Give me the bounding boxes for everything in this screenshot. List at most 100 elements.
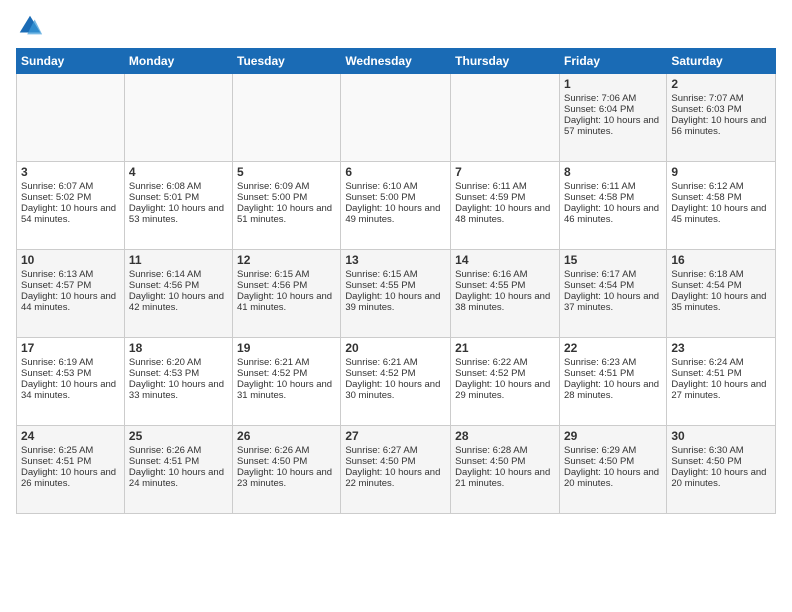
- day-number: 25: [129, 429, 228, 443]
- day-cell: 4 Sunrise: 6:08 AMSunset: 5:01 PMDaylight…: [124, 162, 232, 250]
- day-cell: 21Sunrise: 6:22 AMSunset: 4:52 PMDayligh…: [451, 338, 560, 426]
- day-cell: 12 Sunrise: 6:15 AMSunset: 4:56 PMDayligh…: [233, 250, 341, 338]
- day-info: Sunrise: 6:26 AMSunset: 4:50 PMDaylight:…: [237, 445, 332, 489]
- weekday-header-monday: Monday: [124, 49, 232, 74]
- day-cell: 17 Sunrise: 6:19 AMSunset: 4:53 PMDayligh…: [17, 338, 125, 426]
- day-info: Sunrise: 6:11 AMSunset: 4:58 PMDaylight:…: [564, 181, 659, 225]
- day-cell: 3 Sunrise: 6:07 AMSunset: 5:02 PMDaylight…: [17, 162, 125, 250]
- weekday-row: SundayMondayTuesdayWednesdayThursdayFrid…: [17, 49, 776, 74]
- day-number: 11: [129, 253, 228, 267]
- day-cell: 1 Sunrise: 7:06 AMSunset: 6:04 PMDaylight…: [559, 74, 666, 162]
- day-cell: 10 Sunrise: 6:13 AMSunset: 4:57 PMDayligh…: [17, 250, 125, 338]
- day-cell: 16Sunrise: 6:18 AMSunset: 4:54 PMDayligh…: [667, 250, 776, 338]
- day-number: 17: [21, 341, 120, 355]
- calendar: SundayMondayTuesdayWednesdayThursdayFrid…: [16, 48, 776, 514]
- day-info: Sunrise: 6:23 AMSunset: 4:51 PMDaylight:…: [564, 357, 659, 401]
- day-info: Sunrise: 6:28 AMSunset: 4:50 PMDaylight:…: [455, 445, 550, 489]
- weekday-header-saturday: Saturday: [667, 49, 776, 74]
- day-info: Sunrise: 6:16 AMSunset: 4:55 PMDaylight:…: [455, 269, 550, 313]
- day-cell: 15 Sunrise: 6:17 AMSunset: 4:54 PMDayligh…: [559, 250, 666, 338]
- day-cell: 14 Sunrise: 6:16 AMSunset: 4:55 PMDayligh…: [451, 250, 560, 338]
- day-number: 6: [345, 165, 446, 179]
- day-cell: 11 Sunrise: 6:14 AMSunset: 4:56 PMDayligh…: [124, 250, 232, 338]
- day-cell: [233, 74, 341, 162]
- day-number: 18: [129, 341, 228, 355]
- day-info: Sunrise: 6:26 AMSunset: 4:51 PMDaylight:…: [129, 445, 224, 489]
- page: SundayMondayTuesdayWednesdayThursdayFrid…: [0, 0, 792, 612]
- day-info: Sunrise: 6:17 AMSunset: 4:54 PMDaylight:…: [564, 269, 659, 313]
- calendar-body: 1 Sunrise: 7:06 AMSunset: 6:04 PMDaylight…: [17, 74, 776, 514]
- day-cell: 6 Sunrise: 6:10 AMSunset: 5:00 PMDaylight…: [341, 162, 451, 250]
- day-info: Sunrise: 6:24 AMSunset: 4:51 PMDaylight:…: [671, 357, 766, 401]
- day-info: Sunrise: 6:18 AMSunset: 4:54 PMDaylight:…: [671, 269, 766, 313]
- day-number: 15: [564, 253, 662, 267]
- week-row-5: 24 Sunrise: 6:25 AMSunset: 4:51 PMDayligh…: [17, 426, 776, 514]
- day-info: Sunrise: 6:21 AMSunset: 4:52 PMDaylight:…: [345, 357, 440, 401]
- day-number: 9: [671, 165, 771, 179]
- day-cell: 20 Sunrise: 6:21 AMSunset: 4:52 PMDayligh…: [341, 338, 451, 426]
- day-cell: 29Sunrise: 6:29 AMSunset: 4:50 PMDayligh…: [559, 426, 666, 514]
- header: [16, 12, 776, 40]
- logo-icon: [16, 12, 44, 40]
- week-row-2: 3 Sunrise: 6:07 AMSunset: 5:02 PMDaylight…: [17, 162, 776, 250]
- day-cell: 5Sunrise: 6:09 AMSunset: 5:00 PMDaylight…: [233, 162, 341, 250]
- day-number: 2: [671, 77, 771, 91]
- day-cell: 25 Sunrise: 6:26 AMSunset: 4:51 PMDayligh…: [124, 426, 232, 514]
- day-number: 20: [345, 341, 446, 355]
- day-number: 24: [21, 429, 120, 443]
- day-info: Sunrise: 6:21 AMSunset: 4:52 PMDaylight:…: [237, 357, 332, 401]
- day-number: 1: [564, 77, 662, 91]
- day-number: 4: [129, 165, 228, 179]
- day-info: Sunrise: 7:07 AMSunset: 6:03 PMDaylight:…: [671, 93, 766, 137]
- week-row-1: 1 Sunrise: 7:06 AMSunset: 6:04 PMDaylight…: [17, 74, 776, 162]
- week-row-4: 17 Sunrise: 6:19 AMSunset: 4:53 PMDayligh…: [17, 338, 776, 426]
- day-cell: 13 Sunrise: 6:15 AMSunset: 4:55 PMDayligh…: [341, 250, 451, 338]
- day-cell: 8 Sunrise: 6:11 AMSunset: 4:58 PMDaylight…: [559, 162, 666, 250]
- day-cell: 19 Sunrise: 6:21 AMSunset: 4:52 PMDayligh…: [233, 338, 341, 426]
- day-cell: 30 Sunrise: 6:30 AMSunset: 4:50 PMDayligh…: [667, 426, 776, 514]
- weekday-header-wednesday: Wednesday: [341, 49, 451, 74]
- day-number: 22: [564, 341, 662, 355]
- day-cell: 23 Sunrise: 6:24 AMSunset: 4:51 PMDayligh…: [667, 338, 776, 426]
- weekday-header-friday: Friday: [559, 49, 666, 74]
- day-number: 8: [564, 165, 662, 179]
- day-info: Sunrise: 6:09 AMSunset: 5:00 PMDaylight:…: [237, 181, 332, 225]
- day-info: Sunrise: 6:07 AMSunset: 5:02 PMDaylight:…: [21, 181, 116, 225]
- day-info: Sunrise: 6:15 AMSunset: 4:56 PMDaylight:…: [237, 269, 332, 313]
- day-number: 10: [21, 253, 120, 267]
- day-number: 29: [564, 429, 662, 443]
- day-cell: 27Sunrise: 6:27 AMSunset: 4:50 PMDayligh…: [341, 426, 451, 514]
- day-info: Sunrise: 7:06 AMSunset: 6:04 PMDaylight:…: [564, 93, 659, 137]
- day-cell: [124, 74, 232, 162]
- day-info: Sunrise: 6:25 AMSunset: 4:51 PMDaylight:…: [21, 445, 116, 489]
- day-cell: 7Sunrise: 6:11 AMSunset: 4:59 PMDaylight…: [451, 162, 560, 250]
- day-number: 14: [455, 253, 555, 267]
- day-number: 13: [345, 253, 446, 267]
- day-info: Sunrise: 6:12 AMSunset: 4:58 PMDaylight:…: [671, 181, 766, 225]
- day-info: Sunrise: 6:08 AMSunset: 5:01 PMDaylight:…: [129, 181, 224, 225]
- calendar-header: SundayMondayTuesdayWednesdayThursdayFrid…: [17, 49, 776, 74]
- day-info: Sunrise: 6:14 AMSunset: 4:56 PMDaylight:…: [129, 269, 224, 313]
- day-number: 30: [671, 429, 771, 443]
- logo: [16, 12, 46, 40]
- day-cell: 18Sunrise: 6:20 AMSunset: 4:53 PMDayligh…: [124, 338, 232, 426]
- day-cell: 24 Sunrise: 6:25 AMSunset: 4:51 PMDayligh…: [17, 426, 125, 514]
- day-info: Sunrise: 6:13 AMSunset: 4:57 PMDaylight:…: [21, 269, 116, 313]
- day-info: Sunrise: 6:10 AMSunset: 5:00 PMDaylight:…: [345, 181, 440, 225]
- day-cell: [341, 74, 451, 162]
- day-cell: 26Sunrise: 6:26 AMSunset: 4:50 PMDayligh…: [233, 426, 341, 514]
- day-info: Sunrise: 6:30 AMSunset: 4:50 PMDaylight:…: [671, 445, 766, 489]
- day-number: 12: [237, 253, 336, 267]
- day-number: 3: [21, 165, 120, 179]
- day-cell: 2 Sunrise: 7:07 AMSunset: 6:03 PMDaylight…: [667, 74, 776, 162]
- day-number: 23: [671, 341, 771, 355]
- week-row-3: 10 Sunrise: 6:13 AMSunset: 4:57 PMDayligh…: [17, 250, 776, 338]
- day-info: Sunrise: 6:27 AMSunset: 4:50 PMDaylight:…: [345, 445, 440, 489]
- day-number: 19: [237, 341, 336, 355]
- day-info: Sunrise: 6:19 AMSunset: 4:53 PMDaylight:…: [21, 357, 116, 401]
- weekday-header-thursday: Thursday: [451, 49, 560, 74]
- day-info: Sunrise: 6:15 AMSunset: 4:55 PMDaylight:…: [345, 269, 440, 313]
- day-cell: 9 Sunrise: 6:12 AMSunset: 4:58 PMDaylight…: [667, 162, 776, 250]
- weekday-header-tuesday: Tuesday: [233, 49, 341, 74]
- day-cell: 22 Sunrise: 6:23 AMSunset: 4:51 PMDayligh…: [559, 338, 666, 426]
